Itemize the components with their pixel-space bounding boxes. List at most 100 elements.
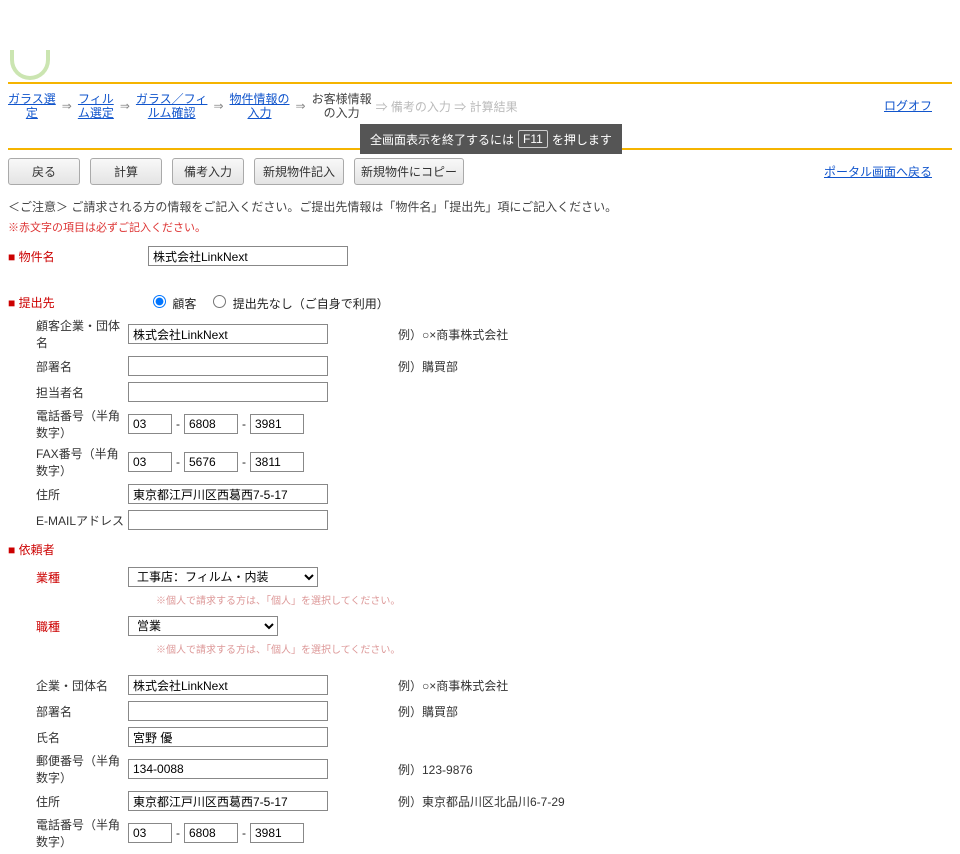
submit-to-section-label: ■ 提出先 xyxy=(8,294,148,311)
example-dept-2: 例）購買部 xyxy=(398,703,458,720)
jobtype-select[interactable]: 営業 xyxy=(128,616,278,636)
property-name-row: ■ 物件名 xyxy=(8,245,952,267)
breadcrumb-current: お客様情報の入力 xyxy=(312,92,372,121)
radio-none-label[interactable]: 提出先なし（ご自身で利用） xyxy=(208,292,388,312)
arrow-icon: ⇒ xyxy=(118,99,132,113)
req-dept-row: 部署名 例）購買部 xyxy=(8,700,952,722)
req-dept-input[interactable] xyxy=(128,701,328,721)
breadcrumb: ガラス選定 ⇒ フィルム選定 ⇒ ガラス／フィルム確認 ⇒ 物件情報の入力 ⇒ … xyxy=(8,92,952,121)
arrow-icon: ⇒ xyxy=(294,99,308,113)
req-addr-input[interactable] xyxy=(128,791,328,811)
customer-company-input[interactable] xyxy=(128,324,328,344)
industry-select[interactable]: 工事店：フィルム・内装 xyxy=(128,567,318,587)
tooltip-text-pre: 全画面表示を終了するには xyxy=(370,131,514,148)
customer-email-input[interactable] xyxy=(128,510,328,530)
req-postal-label: 郵便番号（半角数字） xyxy=(8,752,128,786)
jobtype-label: 職種 xyxy=(8,618,128,635)
breadcrumb-step-property[interactable]: 物件情報の入力 xyxy=(230,92,290,121)
tooltip-text-post: を押します xyxy=(552,131,612,148)
example-company-2: 例）○×商事株式会社 xyxy=(398,677,508,694)
fax-a-input[interactable] xyxy=(128,452,172,472)
req-postal-input[interactable] xyxy=(128,759,328,779)
customer-fax-row: FAX番号（半角数字） - - xyxy=(8,445,952,479)
fax-c-input[interactable] xyxy=(250,452,304,472)
notice-required: ※赤文字の項目は必ずご記入ください。 xyxy=(8,219,952,235)
dash-icon: - xyxy=(176,826,180,840)
dash-icon: - xyxy=(242,417,246,431)
back-button[interactable]: 戻る xyxy=(8,158,80,185)
dash-icon: - xyxy=(176,417,180,431)
customer-email-label: E-MAILアドレス xyxy=(8,512,128,529)
customer-email-row: E-MAILアドレス xyxy=(8,509,952,531)
radio-customer-text: 顧客 xyxy=(172,297,196,311)
property-section-label: ■ 物件名 xyxy=(8,248,148,265)
req-tel-b-input[interactable] xyxy=(184,823,238,843)
example-addr: 例）東京都品川区北品川6-7-29 xyxy=(398,793,565,810)
req-name-label: 氏名 xyxy=(8,729,128,746)
customer-tel-row: 電話番号（半角数字） - - xyxy=(8,407,952,441)
customer-dept-row: 部署名 例）購買部 xyxy=(8,355,952,377)
customer-company-label: 顧客企業・団体名 xyxy=(8,317,128,351)
fullscreen-tooltip: 全画面表示を終了するには F11 を押します xyxy=(360,124,622,154)
customer-company-row: 顧客企業・団体名 例）○×商事株式会社 xyxy=(8,317,952,351)
req-dept-label: 部署名 xyxy=(8,703,128,720)
customer-dept-input[interactable] xyxy=(128,356,328,376)
tel-b-input[interactable] xyxy=(184,414,238,434)
jobtype-row: 職種 営業 xyxy=(8,615,952,637)
customer-person-label: 担当者名 xyxy=(8,384,128,401)
notes-button[interactable]: 備考入力 xyxy=(172,158,244,185)
jobtype-hint: ※個人で請求する方は、「個人」を選択してください。 xyxy=(156,641,952,656)
req-company-label: 企業・団体名 xyxy=(8,677,128,694)
radio-customer-label[interactable]: 顧客 xyxy=(148,292,196,312)
customer-person-input[interactable] xyxy=(128,382,328,402)
logo-fragment xyxy=(10,50,50,80)
new-entry-button[interactable]: 新規物件記入 xyxy=(254,158,344,185)
tooltip-key: F11 xyxy=(518,130,548,148)
req-tel-a-input[interactable] xyxy=(128,823,172,843)
customer-person-row: 担当者名 xyxy=(8,381,952,403)
req-company-input[interactable] xyxy=(128,675,328,695)
radio-none[interactable] xyxy=(213,295,226,308)
action-button-row: 戻る 計算 備考入力 新規物件記入 新規物件にコピー ポータル画面へ戻る xyxy=(8,158,952,185)
logoff-link[interactable]: ログオフ xyxy=(884,99,932,113)
req-company-row: 企業・団体名 例）○×商事株式会社 xyxy=(8,674,952,696)
tel-a-input[interactable] xyxy=(128,414,172,434)
arrow-icon: ⇒ xyxy=(211,99,225,113)
customer-addr-label: 住所 xyxy=(8,486,128,503)
radio-customer[interactable] xyxy=(153,295,166,308)
radio-none-text: 提出先なし（ご自身で利用） xyxy=(233,297,389,311)
breadcrumb-step-confirm[interactable]: ガラス／フィルム確認 xyxy=(136,92,208,121)
arrow-icon: ⇒ xyxy=(60,99,74,113)
req-tel-c-input[interactable] xyxy=(250,823,304,843)
breadcrumb-future: ⇒ 備考の入力 ⇒ 計算結果 xyxy=(376,98,518,115)
calc-button[interactable]: 計算 xyxy=(90,158,162,185)
example-dept: 例）購買部 xyxy=(398,358,458,375)
customer-addr-row: 住所 xyxy=(8,483,952,505)
content-area: ＜ご注意＞ ご請求される方の情報をご記入ください。ご提出先情報は「物件名」「提出… xyxy=(8,198,952,854)
req-name-input[interactable] xyxy=(128,727,328,747)
customer-dept-label: 部署名 xyxy=(8,358,128,375)
submit-to-row: ■ 提出先 顧客 提出先なし（ご自身で利用） xyxy=(8,291,952,313)
req-addr-row: 住所 例）東京都品川区北品川6-7-29 xyxy=(8,790,952,812)
req-addr-label: 住所 xyxy=(8,793,128,810)
requester-section-label: ■ 依頼者 xyxy=(8,541,952,558)
req-tel-row: 電話番号（半角数字） - - xyxy=(8,816,952,850)
notice-main: ＜ご注意＞ ご請求される方の情報をご記入ください。ご提出先情報は「物件名」「提出… xyxy=(8,198,952,215)
dash-icon: - xyxy=(242,826,246,840)
portal-link[interactable]: ポータル画面へ戻る xyxy=(824,163,932,180)
tel-c-input[interactable] xyxy=(250,414,304,434)
breadcrumb-step-film[interactable]: フィルム選定 xyxy=(78,92,114,121)
topbar-divider xyxy=(8,82,952,84)
example-company: 例）○×商事株式会社 xyxy=(398,326,508,343)
property-name-input[interactable] xyxy=(148,246,348,266)
breadcrumb-step-glass[interactable]: ガラス選定 xyxy=(8,92,56,121)
fax-b-input[interactable] xyxy=(184,452,238,472)
customer-fax-label: FAX番号（半角数字） xyxy=(8,445,128,479)
example-postal: 例）123-9876 xyxy=(398,761,473,778)
new-copy-button[interactable]: 新規物件にコピー xyxy=(354,158,464,185)
customer-addr-input[interactable] xyxy=(128,484,328,504)
req-tel-label: 電話番号（半角数字） xyxy=(8,816,128,850)
industry-label: 業種 xyxy=(8,569,128,586)
req-postal-row: 郵便番号（半角数字） 例）123-9876 xyxy=(8,752,952,786)
dash-icon: - xyxy=(242,455,246,469)
